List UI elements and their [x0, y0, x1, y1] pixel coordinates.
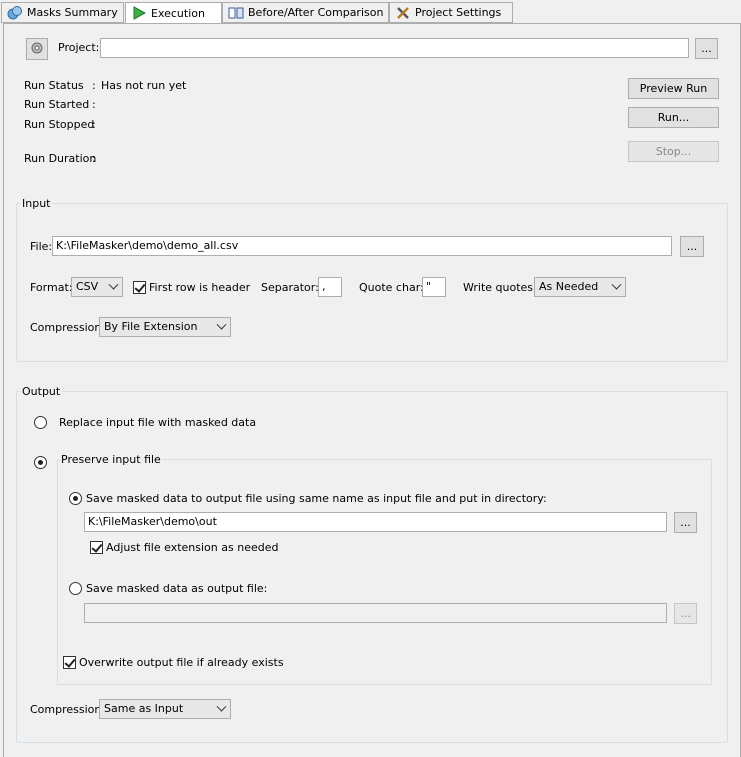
- overwrite-output-checkbox[interactable]: [63, 656, 76, 669]
- input-compression-select-value: By File Extension: [104, 320, 198, 333]
- overwrite-output-label: Overwrite output file if already exists: [79, 656, 284, 669]
- tab-execution[interactable]: Execution: [125, 2, 222, 24]
- project-input[interactable]: [100, 38, 689, 58]
- tab-label: Before/After Comparison: [248, 6, 384, 19]
- first-row-header-checkbox[interactable]: [133, 281, 146, 294]
- tools-icon: [395, 5, 411, 21]
- replace-input-radio[interactable]: [34, 416, 47, 429]
- run-stopped-label: Run Stopped: [24, 118, 95, 131]
- separator-input[interactable]: ,: [318, 277, 342, 297]
- tab-label: Project Settings: [415, 6, 502, 19]
- output-directory-browse-button[interactable]: ...: [674, 512, 697, 533]
- chevron-down-icon: [611, 279, 622, 290]
- input-file-browse-button[interactable]: ...: [680, 236, 704, 257]
- tab-label: Execution: [151, 6, 205, 20]
- adjust-extension-label: Adjust file extension as needed: [106, 541, 279, 554]
- input-group-title: Input: [20, 197, 53, 210]
- output-compression-select[interactable]: Same as Input: [99, 699, 231, 719]
- gear-icon: [29, 40, 45, 59]
- tab-before-after-comparison[interactable]: Before/After Comparison: [222, 2, 389, 23]
- masks-icon: [7, 5, 23, 21]
- same-name-directory-label: Save masked data to output file using sa…: [86, 492, 547, 505]
- compare-icon: [228, 5, 244, 21]
- project-settings-button[interactable]: [26, 38, 48, 60]
- adjust-extension-checkbox[interactable]: [90, 541, 103, 554]
- run-status-value: Has not run yet: [101, 79, 187, 92]
- output-compression-select-value: Same as Input: [104, 702, 184, 715]
- chevron-down-icon: [216, 319, 227, 330]
- play-icon: [131, 5, 147, 21]
- output-group-title: Output: [20, 385, 63, 398]
- quote-char-label: Quote char:: [359, 281, 424, 294]
- tab-label: Masks Summary: [27, 6, 118, 19]
- run-duration-label: Run Duration: [24, 152, 97, 165]
- chevron-down-icon: [108, 279, 119, 290]
- save-as-file-label: Save masked data as output file:: [86, 582, 268, 595]
- first-row-header-label: First row is header: [149, 281, 251, 294]
- same-name-directory-radio[interactable]: [69, 492, 82, 505]
- tab-masks-summary[interactable]: Masks Summary: [1, 2, 124, 23]
- run-button[interactable]: Run...: [628, 107, 719, 128]
- tab-project-settings[interactable]: Project Settings: [389, 2, 513, 23]
- run-started-label: Run Started: [24, 98, 90, 111]
- preserve-input-radio[interactable]: [34, 456, 47, 469]
- project-label: Project:: [58, 41, 100, 54]
- quote-char-input[interactable]: ": [422, 277, 446, 297]
- chevron-down-icon: [216, 701, 227, 712]
- save-as-file-radio[interactable]: [69, 582, 82, 595]
- separator-label: Separator:: [261, 281, 319, 294]
- tab-bar: Masks Summary Execution Before/After Com…: [0, 0, 741, 24]
- replace-input-label: Replace input file with masked data: [59, 416, 257, 429]
- run-status-label: Run Status: [24, 79, 84, 92]
- project-browse-button[interactable]: ...: [695, 38, 718, 59]
- write-quotes-label: Write quotes:: [463, 281, 537, 294]
- run-stopped-separator: :: [92, 118, 96, 131]
- input-file-label: File:: [30, 240, 53, 253]
- stop-button[interactable]: Stop...: [628, 141, 719, 162]
- output-directory-field[interactable]: K:\FileMasker\demo\out: [84, 512, 667, 532]
- save-as-file-field[interactable]: [84, 603, 667, 623]
- format-select[interactable]: CSV: [71, 277, 123, 297]
- write-quotes-select-value: As Needed: [539, 280, 599, 293]
- input-file-field[interactable]: K:\FileMasker\demo\demo_all.csv: [52, 236, 672, 256]
- run-status-separator: :: [92, 79, 96, 92]
- format-select-value: CSV: [76, 280, 99, 293]
- run-duration-separator: :: [92, 152, 96, 165]
- run-started-separator: :: [92, 98, 96, 111]
- preserve-input-label: Preserve input file: [59, 453, 163, 466]
- format-label: Format:: [30, 281, 73, 294]
- output-compression-label: Compression:: [30, 703, 106, 716]
- input-compression-select[interactable]: By File Extension: [99, 317, 231, 337]
- write-quotes-select[interactable]: As Needed: [534, 277, 626, 297]
- preview-run-button[interactable]: Preview Run: [628, 78, 719, 99]
- input-compression-label: Compression:: [30, 321, 106, 334]
- save-as-file-browse-button[interactable]: ...: [674, 603, 697, 624]
